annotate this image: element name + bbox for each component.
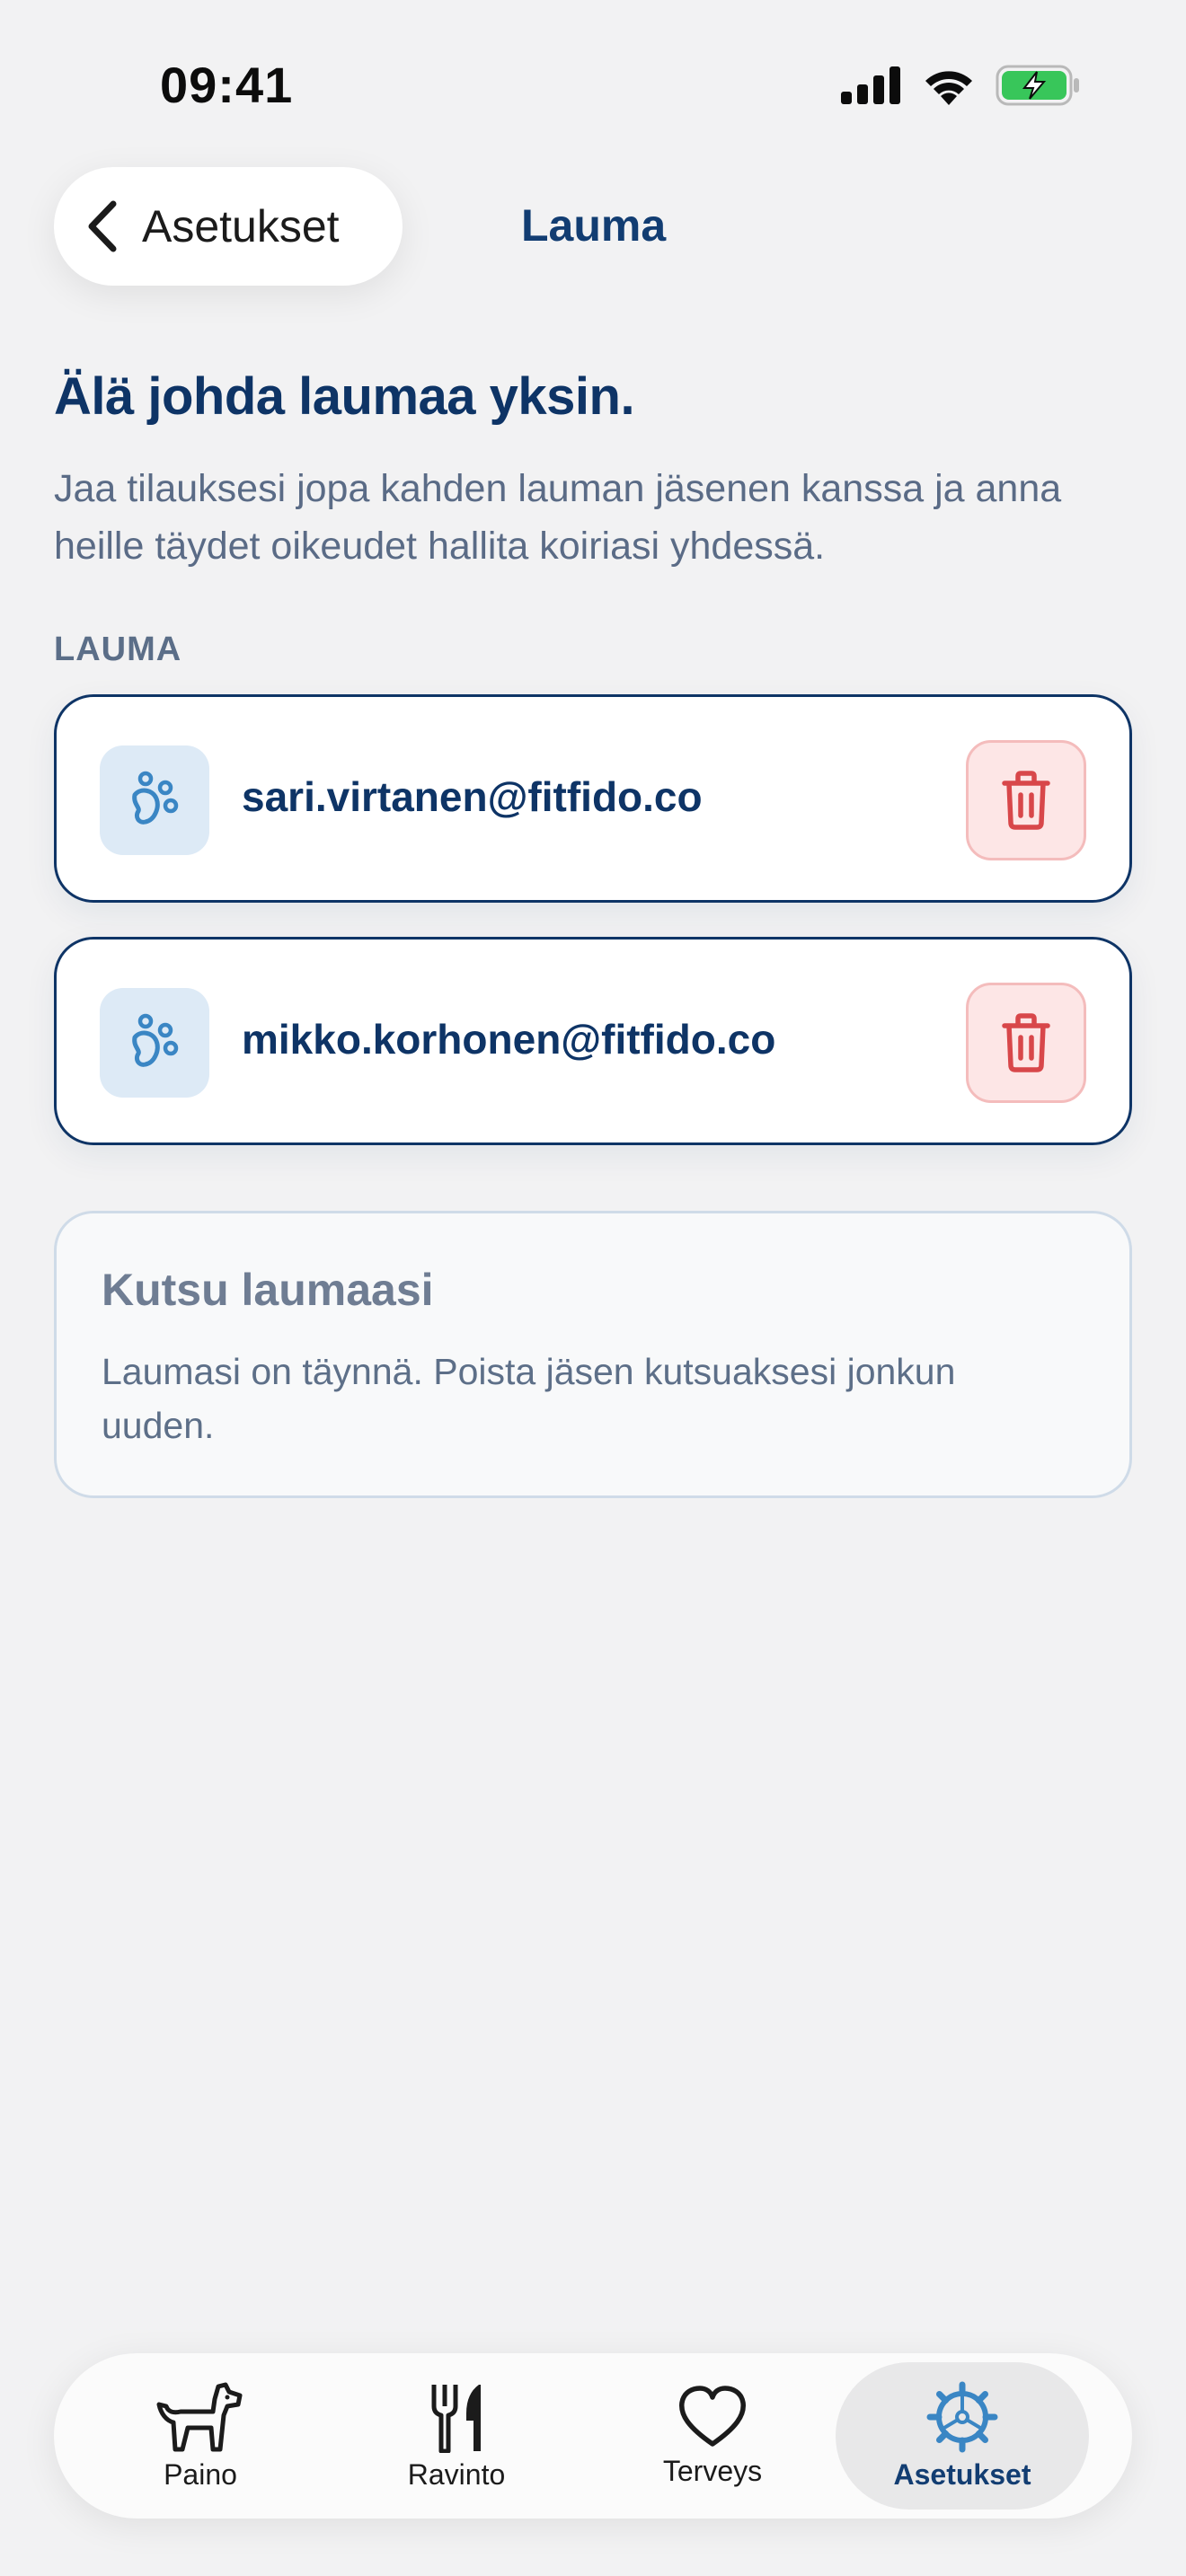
status-bar: 09:41 [0,0,1186,171]
status-icons [841,65,1080,106]
member-email: mikko.korhonen@fitfido.co [242,1016,776,1063]
page-title: Lauma [521,200,667,251]
status-time: 09:41 [160,57,294,113]
back-button[interactable]: Asetukset [54,167,403,286]
invite-card: Kutsu laumaasi Laumasi on täynnä. Poista… [54,1211,1132,1498]
invite-title: Kutsu laumaasi [102,1265,434,1315]
member-avatar [100,988,209,1098]
paw-icon [132,1013,179,1067]
tab-terveys[interactable]: Terveys [586,2362,839,2510]
tab-asetukset[interactable]: Asetukset [836,2362,1089,2510]
hero-title: Älä johda laumaa yksin. [54,367,635,426]
invite-description: Laumasi on täynnä. Poista jäsen kutsuaks… [102,1351,956,1446]
trash-icon [1002,771,1050,830]
section-label: LAUMA [54,631,182,668]
back-button-label: Asetukset [142,201,340,251]
fork-knife-icon [431,2384,481,2453]
delete-member-button[interactable] [966,983,1086,1103]
tab-label: Terveys [662,2454,763,2487]
member-card: sari.virtanen@fitfido.co [54,694,1132,903]
paw-icon [132,771,179,825]
member-avatar [100,745,209,855]
member-card: mikko.korhonen@fitfido.co [54,937,1132,1145]
trash-icon [1002,1013,1050,1072]
wifi-icon [925,71,972,105]
tab-paino[interactable]: Paino [74,2362,327,2510]
member-email: sari.virtanen@fitfido.co [242,773,703,820]
hero-description: Jaa tilauksesi jopa kahden lauman jäsene… [54,467,1062,568]
tab-label: Paino [164,2457,237,2491]
cellular-signal-icon [841,66,900,104]
chevron-left-icon [88,200,117,252]
gear-icon [926,2381,998,2452]
tab-label: Asetukset [893,2457,1031,2491]
tab-ravinto[interactable]: Ravinto [330,2362,583,2510]
delete-member-button[interactable] [966,740,1086,860]
tab-bar: Paino Ravinto Terveys Asetukset [54,2353,1132,2519]
battery-charging-icon [996,65,1079,106]
heart-icon [679,2385,746,2447]
tab-label: Ravinto [407,2457,506,2491]
dog-icon [156,2382,243,2451]
